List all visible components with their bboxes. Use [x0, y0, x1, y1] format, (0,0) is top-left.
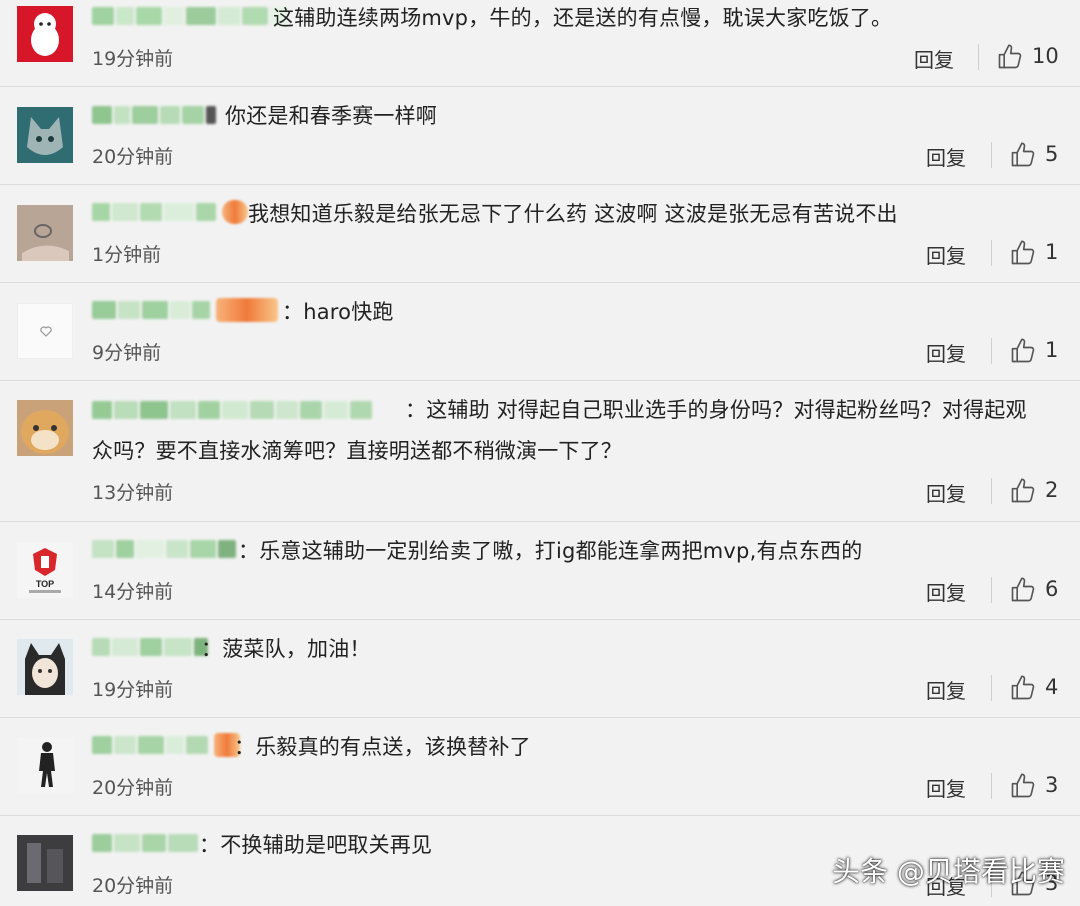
- avatar[interactable]: [17, 400, 73, 456]
- divider: [978, 44, 979, 70]
- reply-button[interactable]: 回复: [926, 773, 966, 802]
- comment-time: 14分钟前: [92, 581, 174, 603]
- username-blurred[interactable]: [92, 101, 216, 129]
- thumbs-up-icon[interactable]: [1009, 239, 1037, 267]
- comment-text-content: 乐意这辅助一定别给卖了嗷，打ig都能连拿两把mvp,有点东西的: [259, 539, 863, 563]
- avatar[interactable]: [17, 303, 73, 359]
- comment-item: 我想知道乐毅是给张无忌下了什么药 这波啊 这波是张无忌有苦说不出 1分钟前 回复…: [0, 185, 1080, 282]
- comment-item: ：这辅助 对得起自己职业选手的身份吗？对得起粉丝吗？对得起观 众吗？要不直接水滴…: [0, 381, 1080, 521]
- comment-text: ：haro快跑: [282, 300, 394, 324]
- avatar[interactable]: TOP: [17, 542, 73, 598]
- reply-button[interactable]: 回复: [926, 577, 966, 606]
- reply-button[interactable]: 回复: [926, 338, 966, 367]
- comment-text: ：菠菜队，加油！: [201, 637, 371, 661]
- comment-time: 1分钟前: [92, 244, 162, 266]
- avatar[interactable]: [17, 835, 73, 891]
- avatar[interactable]: [17, 639, 73, 695]
- divider: [991, 773, 992, 799]
- comment-item: ：菠菜队，加油！ 19分钟前 回复 4: [0, 620, 1080, 717]
- divider: [991, 338, 992, 364]
- username-blurred[interactable]: [92, 731, 240, 759]
- comment-text: ：这辅助 对得起自己职业选手的身份吗？对得起粉丝吗？对得起观: [405, 398, 1027, 422]
- avatar[interactable]: [17, 107, 73, 163]
- thumbs-up-icon[interactable]: [1009, 477, 1037, 505]
- reply-button[interactable]: 回复: [926, 675, 966, 704]
- level-badge: [222, 200, 248, 224]
- comment-item: ：乐毅真的有点送，该换替补了 20分钟前 回复 3: [0, 718, 1080, 815]
- watermark: 头条 @贝塔看比赛: [832, 855, 1065, 888]
- comment-text: ：乐意这辅助一定别给卖了嗷，打ig都能连拿两把mvp,有点东西的: [238, 539, 863, 563]
- like-count: 5: [1045, 142, 1059, 166]
- comment-list: 这辅助连续两场mvp，牛的，还是送的有点慢，耽误大家吃饭了。 19分钟前 回复 …: [0, 0, 1080, 906]
- thumbs-up-icon[interactable]: [996, 43, 1024, 71]
- comment-text: 我想知道乐毅是给张无忌下了什么药 这波啊 这波是张无忌有苦说不出: [248, 202, 898, 226]
- divider: [991, 240, 992, 266]
- comment-time: 20分钟前: [92, 777, 174, 799]
- reply-button[interactable]: 回复: [926, 478, 966, 507]
- thumbs-up-icon[interactable]: [1009, 576, 1037, 604]
- divider: [991, 142, 992, 168]
- reply-button[interactable]: 回复: [914, 44, 954, 73]
- comment-text-content: 这辅助 对得起自己职业选手的身份吗？对得起粉丝吗？对得起观: [426, 398, 1027, 422]
- comment-text: 你还是和春季赛一样啊: [225, 104, 437, 128]
- comment-time: 19分钟前: [92, 679, 174, 701]
- comment-text: ：不换辅助是吧取关再见: [199, 833, 433, 857]
- like-count: 1: [1045, 338, 1059, 362]
- comment-time: 13分钟前: [92, 482, 174, 504]
- username-blurred[interactable]: [92, 2, 288, 30]
- comment-text-content: haro快跑: [303, 300, 394, 324]
- username-blurred[interactable]: [92, 396, 372, 424]
- thumbs-up-icon[interactable]: [1009, 772, 1037, 800]
- like-count: 10: [1032, 44, 1059, 68]
- comment-time: 9分钟前: [92, 342, 162, 364]
- comment-item: 这辅助连续两场mvp，牛的，还是送的有点慢，耽误大家吃饭了。 19分钟前 回复 …: [0, 0, 1080, 86]
- username-blurred[interactable]: [92, 198, 248, 226]
- username-blurred[interactable]: [92, 633, 208, 661]
- thumbs-up-icon[interactable]: [1009, 141, 1037, 169]
- comment-text: ：乐毅真的有点送，该换替补了: [234, 735, 531, 759]
- avatar[interactable]: [17, 737, 73, 793]
- like-count: 3: [1045, 773, 1059, 797]
- avatar[interactable]: [17, 6, 73, 62]
- comment-time: 19分钟前: [92, 48, 174, 70]
- like-count: 2: [1045, 478, 1059, 502]
- comment-time: 20分钟前: [92, 146, 174, 168]
- comment-text-line2: 众吗？要不直接水滴筹吧？直接明送都不稍微演一下了？: [92, 439, 622, 463]
- avatar[interactable]: [17, 205, 73, 261]
- like-count: 1: [1045, 240, 1059, 264]
- like-count: 4: [1045, 675, 1059, 699]
- svg-text:TOP: TOP: [36, 579, 54, 589]
- reply-button[interactable]: 回复: [926, 142, 966, 171]
- divider: [991, 478, 992, 504]
- like-count: 6: [1045, 577, 1059, 601]
- comment-time: 20分钟前: [92, 875, 174, 897]
- comment-text: 这辅助连续两场mvp，牛的，还是送的有点慢，耽误大家吃饭了。: [273, 6, 893, 30]
- username-blurred[interactable]: [92, 296, 278, 324]
- level-badge: [216, 298, 278, 322]
- thumbs-up-icon[interactable]: [1009, 674, 1037, 702]
- comment-text-content: 不换辅助是吧取关再见: [220, 833, 433, 857]
- comment-item: ：haro快跑 9分钟前 回复 1: [0, 283, 1080, 380]
- comment-text-content: 乐毅真的有点送，该换替补了: [255, 735, 531, 759]
- divider: [991, 577, 992, 603]
- reply-button[interactable]: 回复: [926, 240, 966, 269]
- thumbs-up-icon[interactable]: [1009, 337, 1037, 365]
- username-blurred[interactable]: [92, 535, 236, 563]
- username-blurred[interactable]: [92, 829, 198, 857]
- divider: [991, 675, 992, 701]
- comment-item: 你还是和春季赛一样啊 20分钟前 回复 5: [0, 87, 1080, 184]
- comment-item: TOP ：乐意这辅助一定别给卖了嗷，打ig都能连拿两把mvp,有点东西的 14分…: [0, 522, 1080, 619]
- comment-text-content: 菠菜队，加油！: [222, 637, 371, 661]
